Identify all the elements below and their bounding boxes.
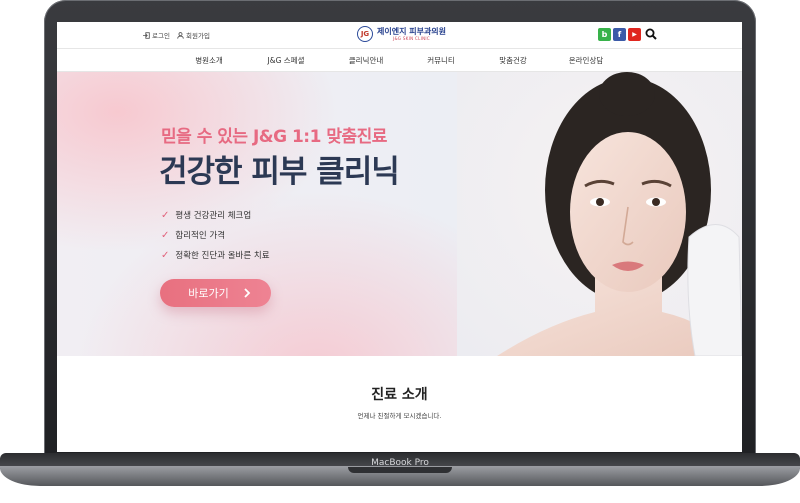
hero-title: 건강한 피부 클리닉: [159, 154, 400, 190]
checklist-label: 정확한 진단과 올바른 치료: [175, 251, 270, 261]
top-bar: 로그인 회원가입 JG 제이엔지 피부과의원 J&G SKIN CLINIC b…: [57, 22, 742, 48]
nav-item-clinic[interactable]: 클리닉안내: [349, 55, 384, 66]
checklist-item: ✓ 합리적인 가격: [161, 229, 226, 242]
logo-subtitle: J&G SKIN CLINIC: [393, 36, 430, 41]
youtube-icon[interactable]: ▶: [628, 28, 641, 41]
check-icon: ✓: [161, 209, 170, 221]
facebook-icon[interactable]: f: [613, 28, 626, 41]
main-nav: 병원소개 J&G 스페셜 클리닉안내 커뮤니티 맞춤건강 온라인상담: [57, 48, 742, 72]
section-title: 진료 소개: [371, 387, 428, 403]
login-icon: [143, 31, 150, 39]
checklist-item: ✓ 평생 건강관리 체크업: [161, 209, 252, 222]
checklist-label: 평생 건강관리 체크업: [175, 211, 252, 221]
nav-item-community[interactable]: 커뮤니티: [427, 55, 455, 66]
signup-label: 회원가입: [186, 32, 210, 40]
login-link[interactable]: 로그인: [143, 30, 170, 40]
logo-mark: JG: [357, 26, 373, 42]
clinic-logo[interactable]: JG 제이엔지 피부과의원 J&G SKIN CLINIC: [357, 26, 446, 42]
logo-text: 제이엔지 피부과의원 J&G SKIN CLINIC: [377, 27, 446, 41]
hero-subtitle: 믿을 수 있는 J&G 1:1 맞춤진료: [161, 127, 387, 147]
nav-item-consult[interactable]: 온라인상담: [569, 55, 604, 66]
checklist-label: 합리적인 가격: [175, 231, 226, 241]
section-description: 언제나 친절하게 모시겠습니다.: [357, 412, 442, 420]
blog-icon[interactable]: b: [598, 28, 611, 41]
signup-link[interactable]: 회원가입: [177, 30, 210, 40]
login-label: 로그인: [152, 32, 170, 40]
user-icon: [177, 31, 184, 39]
hero-banner: 믿을 수 있는 J&G 1:1 맞춤진료 건강한 피부 클리닉 ✓ 평생 건강관…: [57, 72, 742, 356]
checklist-item: ✓ 정확한 진단과 올바른 치료: [161, 249, 270, 262]
browser-screen: 로그인 회원가입 JG 제이엔지 피부과의원 J&G SKIN CLINIC b…: [57, 22, 742, 452]
device-label: MacBook Pro: [371, 458, 429, 468]
cta-button[interactable]: 바로가기: [160, 279, 271, 307]
model-photo: [457, 72, 742, 356]
nav-item-about[interactable]: 병원소개: [195, 55, 223, 66]
check-icon: ✓: [161, 249, 170, 261]
nav-item-special[interactable]: J&G 스페셜: [268, 55, 305, 66]
logo-name: 제이엔지 피부과의원: [377, 27, 447, 36]
cta-label: 바로가기: [188, 287, 229, 300]
search-icon[interactable]: [645, 28, 657, 40]
nav-item-health[interactable]: 맞춤건강: [499, 55, 527, 66]
check-icon: ✓: [161, 229, 170, 241]
chevron-right-icon: [244, 288, 251, 298]
